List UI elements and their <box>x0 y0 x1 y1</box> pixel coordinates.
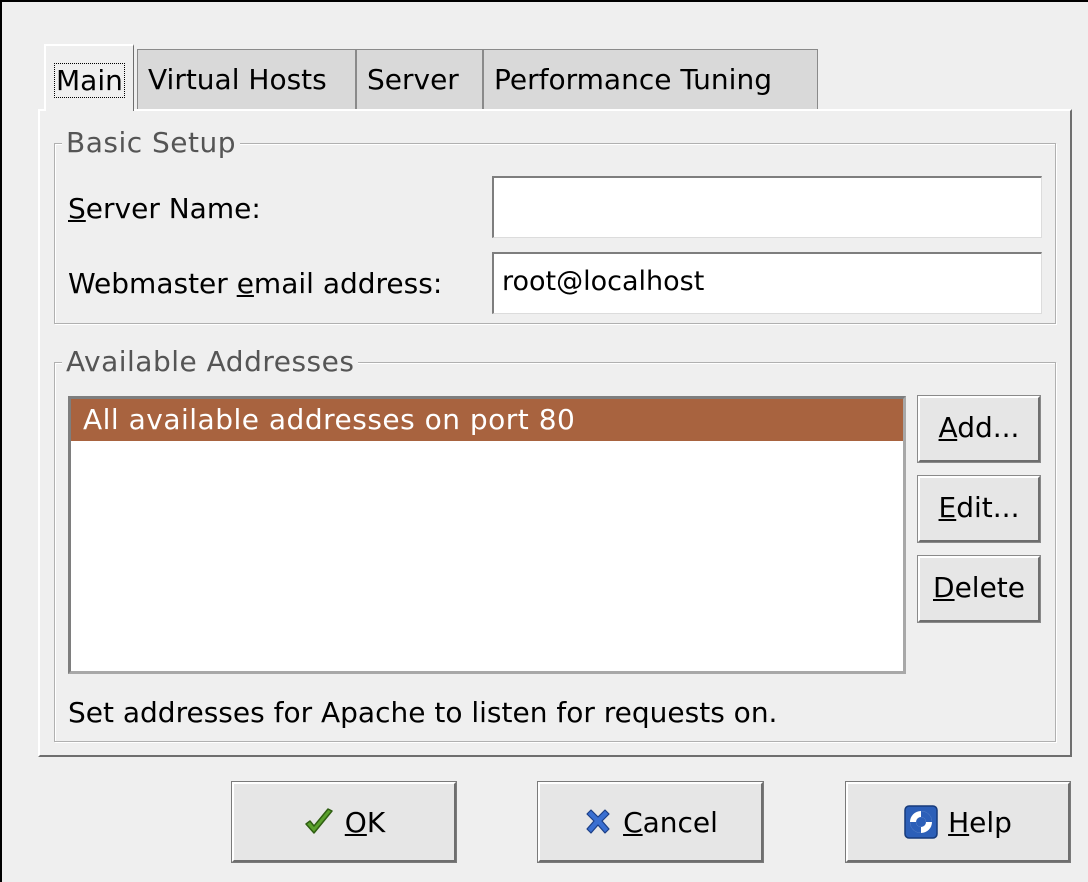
webmaster-email-mnemonic: e <box>236 267 254 300</box>
available-addresses-legend: Available Addresses <box>62 346 359 378</box>
tab-server[interactable]: Server <box>356 49 483 109</box>
add-label: dd... <box>957 411 1020 444</box>
list-item[interactable]: All available addresses on port 80 <box>71 399 903 441</box>
ok-label-text: K <box>366 805 386 839</box>
addresses-list[interactable]: All available addresses on port 80 <box>68 396 906 674</box>
server-name-input[interactable] <box>492 176 1042 238</box>
delete-label: elete <box>954 571 1025 604</box>
tab-label: Server <box>367 63 459 96</box>
ok-label: OK <box>345 806 385 839</box>
delete-mnemonic: D <box>933 571 955 604</box>
help-label-text: elp <box>969 805 1012 839</box>
tab-label: Main <box>54 63 125 98</box>
server-name-label: Server Name: <box>68 193 261 225</box>
basic-setup-legend: Basic Setup <box>62 127 241 159</box>
delete-button[interactable]: Delete <box>917 555 1041 623</box>
webmaster-email-input[interactable]: root@localhost <box>492 252 1042 314</box>
add-mnemonic: A <box>938 411 958 444</box>
checkmark-icon <box>303 806 335 838</box>
tab-virtual-hosts[interactable]: Virtual Hosts <box>137 49 356 109</box>
help-label: Help <box>948 806 1012 839</box>
ok-mnemonic: O <box>344 805 367 839</box>
cancel-mnemonic: C <box>623 805 643 839</box>
webmaster-email-label-text: mail address: <box>253 267 443 300</box>
x-icon <box>583 807 613 837</box>
server-name-label-text: erver Name: <box>85 192 261 225</box>
tab-performance-tuning[interactable]: Performance Tuning <box>483 49 818 109</box>
cancel-label: Cancel <box>623 806 718 839</box>
webmaster-email-label-pre: Webmaster <box>68 267 237 300</box>
lifebuoy-icon <box>904 805 938 839</box>
edit-mnemonic: E <box>938 491 957 524</box>
help-button[interactable]: Help <box>845 781 1071 863</box>
cancel-button[interactable]: Cancel <box>537 781 764 863</box>
tab-label: Performance Tuning <box>494 63 772 96</box>
cancel-label-text: ancel <box>642 805 718 839</box>
server-name-mnemonic: S <box>68 192 86 225</box>
help-mnemonic: H <box>948 805 970 839</box>
tab-label: Virtual Hosts <box>148 63 327 96</box>
webmaster-email-label: Webmaster email address: <box>68 268 442 300</box>
edit-button[interactable]: Edit... <box>917 475 1041 543</box>
addresses-hint: Set addresses for Apache to listen for r… <box>68 696 778 729</box>
tab-main[interactable]: Main <box>44 44 134 111</box>
add-button[interactable]: Add... <box>917 395 1041 463</box>
ok-button[interactable]: OK <box>231 781 457 863</box>
edit-label: dit... <box>956 491 1020 524</box>
